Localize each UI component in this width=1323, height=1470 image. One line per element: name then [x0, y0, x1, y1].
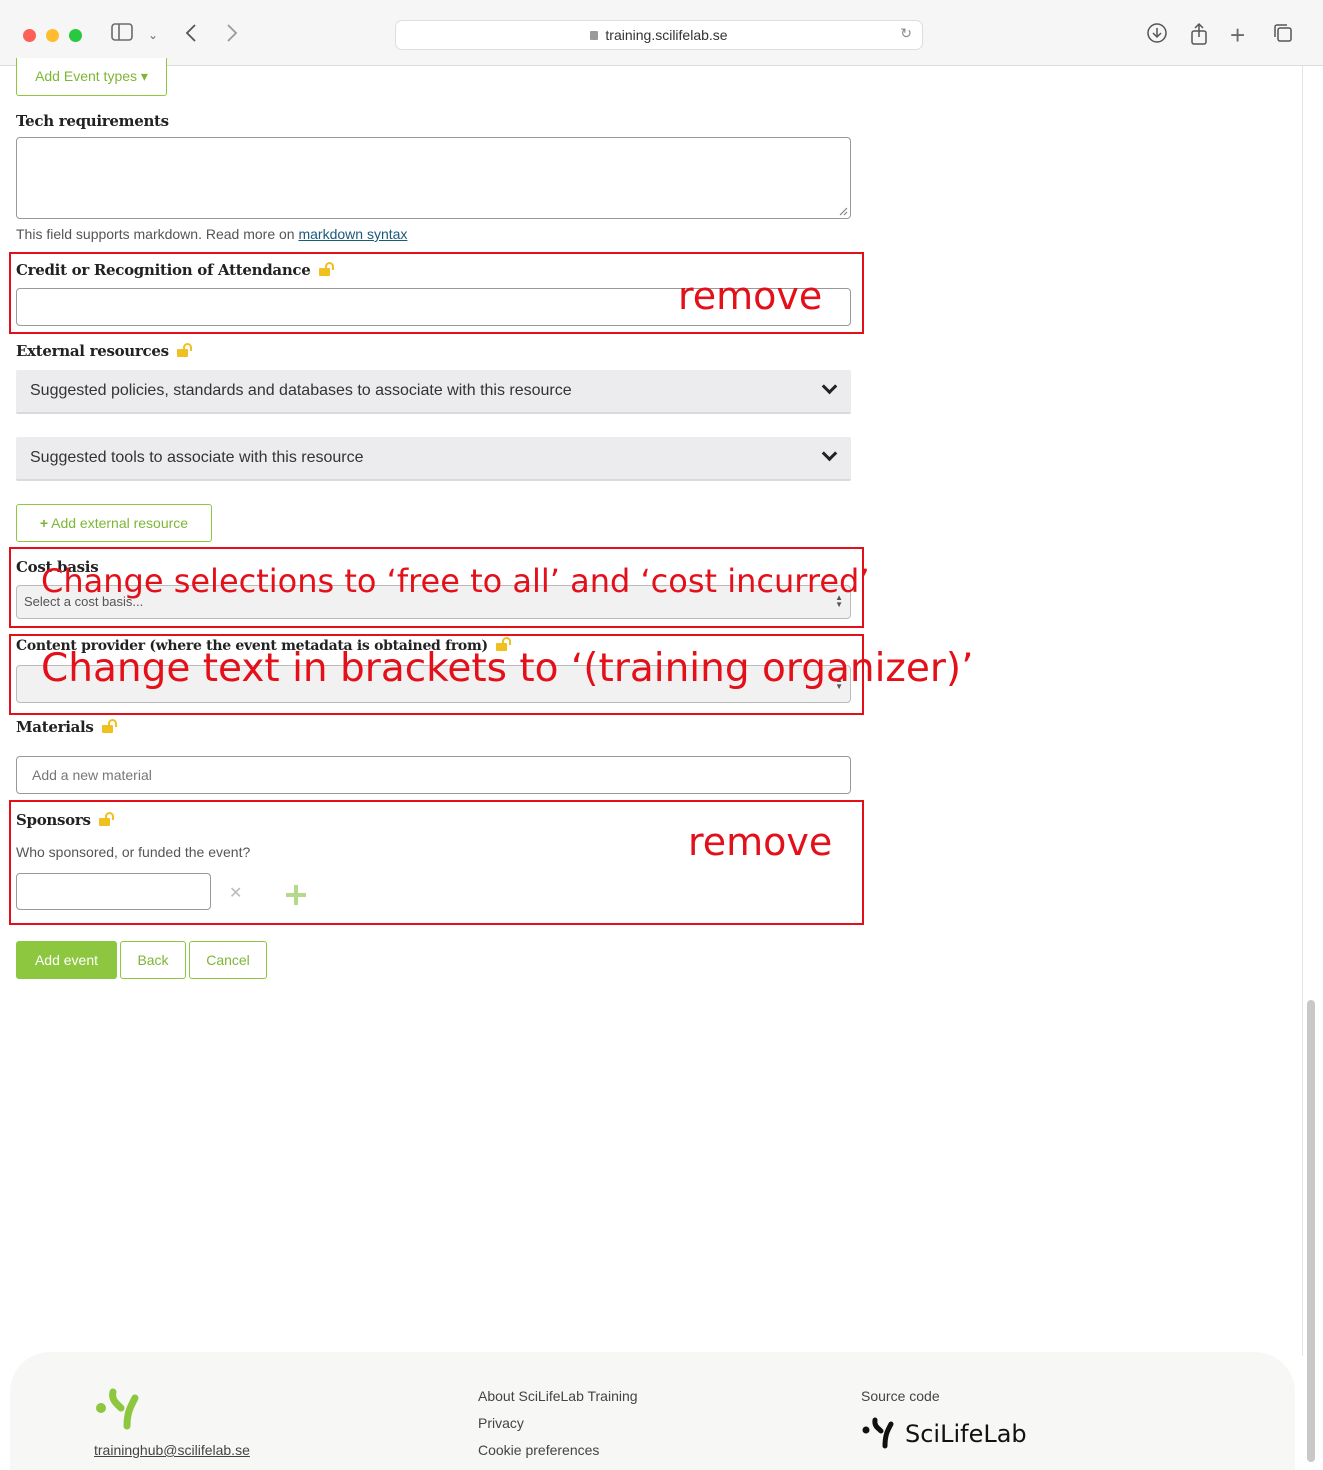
- resize-handle-icon[interactable]: [839, 207, 848, 216]
- footer-cookie-link[interactable]: Cookie preferences: [478, 1442, 599, 1458]
- annotation-content-provider: Change text in brackets to ‘(training or…: [41, 646, 974, 691]
- policies-panel-label: Suggested policies, standards and databa…: [30, 382, 572, 399]
- url-text: training.scilifelab.se: [605, 27, 728, 43]
- cancel-button[interactable]: Cancel: [189, 941, 267, 979]
- share-icon[interactable]: [1189, 22, 1209, 52]
- scrollbar-thumb[interactable]: [1307, 1000, 1315, 1462]
- page-edge: [1302, 66, 1303, 1356]
- tech-requirements-textarea[interactable]: [16, 137, 851, 219]
- materials-placeholder: Add a new material: [32, 767, 152, 783]
- materials-label: Materials: [16, 718, 118, 736]
- external-resources-label: External resources: [16, 342, 193, 360]
- footer-email-link[interactable]: traininghub@scilifelab.se: [94, 1442, 250, 1458]
- tools-panel-toggle[interactable]: Suggested tools to associate with this r…: [16, 437, 851, 481]
- address-bar[interactable]: training.scilifelab.se ↻: [395, 20, 923, 50]
- markdown-hint: This field supports markdown. Read more …: [16, 226, 407, 242]
- scilifelab-brand-icon: [862, 1417, 894, 1449]
- browser-toolbar: ⌄ training.scilifelab.se ↻ +: [0, 0, 1323, 66]
- chevron-down-icon: [821, 378, 838, 395]
- close-window-button[interactable]: [23, 29, 36, 42]
- scilifelab-logo-icon: [96, 1388, 139, 1430]
- chevron-down-icon: [821, 445, 838, 462]
- forward-nav-icon[interactable]: [225, 22, 239, 50]
- tech-requirements-label: Tech requirements: [16, 112, 169, 130]
- markdown-hint-text: This field supports markdown. Read more …: [16, 226, 299, 242]
- annotation-remove-credit: remove: [678, 274, 823, 318]
- add-event-button[interactable]: Add event: [16, 941, 117, 979]
- chevron-down-icon[interactable]: ⌄: [148, 22, 158, 48]
- materials-label-text: Materials: [16, 718, 94, 736]
- lock-icon: [590, 31, 599, 40]
- materials-input[interactable]: Add a new material: [16, 756, 851, 794]
- add-event-types-label: Add Event types ▾: [35, 68, 148, 84]
- tab-overview-icon[interactable]: [1272, 22, 1294, 50]
- minimize-window-button[interactable]: [46, 29, 59, 42]
- scilifelab-brand-text: SciLifeLab: [905, 1420, 1027, 1448]
- footer-about-link[interactable]: About SciLifeLab Training: [478, 1388, 638, 1404]
- markdown-syntax-link[interactable]: markdown syntax: [298, 226, 407, 242]
- unlock-icon[interactable]: [176, 343, 193, 357]
- sidebar-toggle-icon[interactable]: [110, 22, 134, 48]
- policies-panel-toggle[interactable]: Suggested policies, standards and databa…: [16, 370, 851, 414]
- footer-source-code-link[interactable]: Source code: [861, 1388, 940, 1404]
- annotation-remove-sponsors: remove: [688, 820, 833, 864]
- external-resources-label-text: External resources: [16, 342, 169, 360]
- add-external-resource-label: Add external resource: [51, 515, 189, 531]
- annotation-cost-basis: Change selections to ‘free to all’ and ‘…: [41, 562, 870, 600]
- add-event-types-button[interactable]: Add Event types ▾: [16, 58, 167, 96]
- add-external-resource-button[interactable]: + Add external resource: [16, 504, 212, 542]
- tools-panel-label: Suggested tools to associate with this r…: [30, 449, 364, 466]
- reload-icon[interactable]: ↻: [900, 25, 912, 42]
- zoom-window-button[interactable]: [69, 29, 82, 42]
- unlock-icon[interactable]: [101, 719, 118, 733]
- download-icon[interactable]: [1146, 22, 1168, 50]
- footer-privacy-link[interactable]: Privacy: [478, 1415, 524, 1431]
- back-nav-icon[interactable]: [184, 22, 198, 50]
- back-button[interactable]: Back: [120, 941, 186, 979]
- new-tab-icon[interactable]: +: [1230, 22, 1245, 48]
- plus-icon: +: [39, 515, 49, 531]
